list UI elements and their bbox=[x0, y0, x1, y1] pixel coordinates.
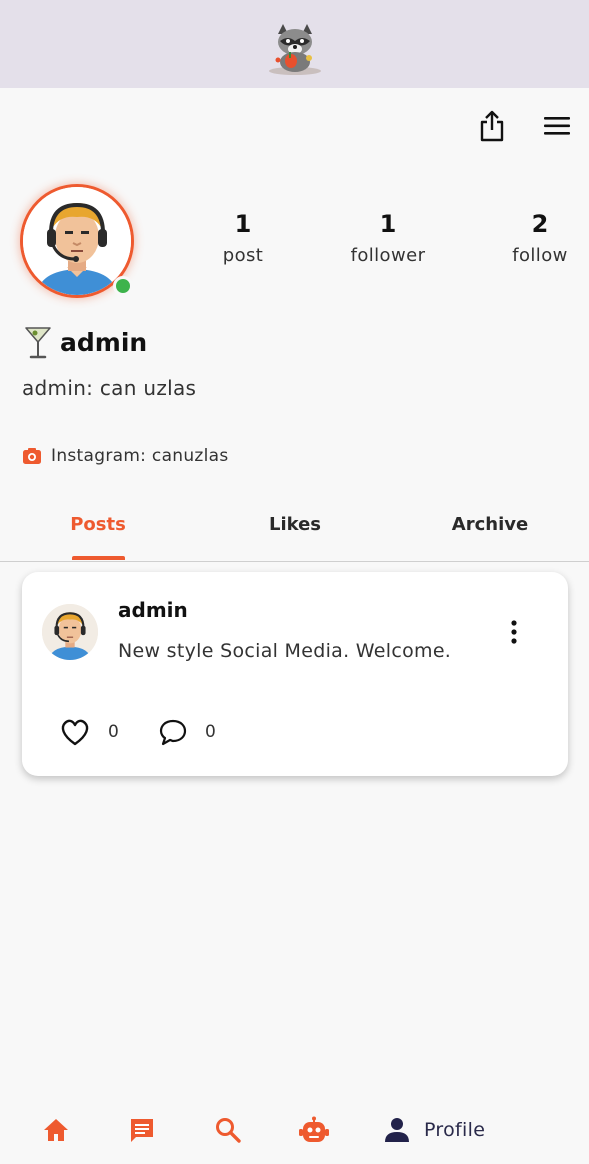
tab-archive[interactable]: Archive bbox=[440, 514, 540, 542]
online-status-dot bbox=[113, 276, 133, 296]
profile-tabs: Posts Likes Archive bbox=[0, 496, 589, 562]
stat-posts-count: 1 bbox=[234, 210, 252, 238]
post-text: New style Social Media. Welcome. bbox=[118, 640, 452, 662]
stat-following[interactable]: 2 follow bbox=[500, 206, 580, 270]
share-button[interactable] bbox=[476, 108, 508, 144]
instagram-handle: Instagram: canuzlas bbox=[51, 446, 229, 466]
home-icon bbox=[44, 1119, 68, 1141]
tab-likes[interactable]: Likes bbox=[245, 514, 345, 542]
active-tab-indicator bbox=[72, 556, 125, 560]
like-button[interactable] bbox=[60, 718, 90, 746]
comment-button[interactable] bbox=[158, 718, 188, 746]
person-icon bbox=[385, 1118, 409, 1142]
comment-icon bbox=[159, 719, 187, 746]
stat-followers[interactable]: 1 follower bbox=[338, 206, 438, 270]
profile-avatar-container[interactable] bbox=[20, 184, 136, 298]
like-count: 0 bbox=[108, 722, 119, 742]
stat-posts-label: post bbox=[222, 245, 264, 266]
nav-profile[interactable]: Profile bbox=[384, 1112, 485, 1148]
post-more-button[interactable] bbox=[502, 616, 526, 648]
menu-button[interactable] bbox=[540, 110, 574, 142]
raccoon-logo-icon bbox=[264, 22, 326, 78]
stat-followers-label: follower bbox=[350, 245, 426, 266]
nav-bot[interactable] bbox=[298, 1114, 330, 1146]
messages-icon bbox=[131, 1119, 153, 1142]
comment-count: 0 bbox=[205, 722, 216, 742]
stat-posts[interactable]: 1 post bbox=[202, 206, 284, 270]
nav-search[interactable] bbox=[212, 1114, 244, 1146]
post-author-name[interactable]: admin bbox=[118, 598, 188, 622]
post-card[interactable]: admin New style Social Media. Welcome. 0… bbox=[22, 572, 568, 776]
post-author-avatar[interactable] bbox=[42, 604, 98, 660]
camera-icon bbox=[22, 446, 42, 466]
stat-followers-count: 1 bbox=[379, 210, 397, 238]
stat-following-label: follow bbox=[512, 245, 568, 266]
search-icon bbox=[216, 1118, 241, 1143]
hamburger-menu-icon bbox=[544, 117, 570, 135]
profile-username: admin bbox=[60, 327, 148, 357]
nav-messages[interactable] bbox=[126, 1114, 158, 1146]
heart-icon bbox=[61, 719, 89, 746]
cocktail-icon bbox=[24, 324, 52, 360]
more-vertical-icon bbox=[511, 620, 517, 644]
nav-profile-label: Profile bbox=[424, 1119, 486, 1141]
instagram-link[interactable]: Instagram: canuzlas bbox=[22, 444, 229, 468]
stat-following-count: 2 bbox=[531, 210, 549, 238]
bot-icon bbox=[299, 1116, 329, 1142]
nav-home[interactable] bbox=[40, 1114, 72, 1146]
profile-name-row: admin bbox=[24, 322, 147, 362]
share-icon bbox=[480, 110, 504, 142]
bottom-navigation: Profile bbox=[0, 1090, 589, 1164]
top-app-bar bbox=[0, 0, 589, 88]
tab-posts[interactable]: Posts bbox=[48, 514, 148, 542]
profile-bio: admin: can uzlas bbox=[22, 376, 197, 400]
